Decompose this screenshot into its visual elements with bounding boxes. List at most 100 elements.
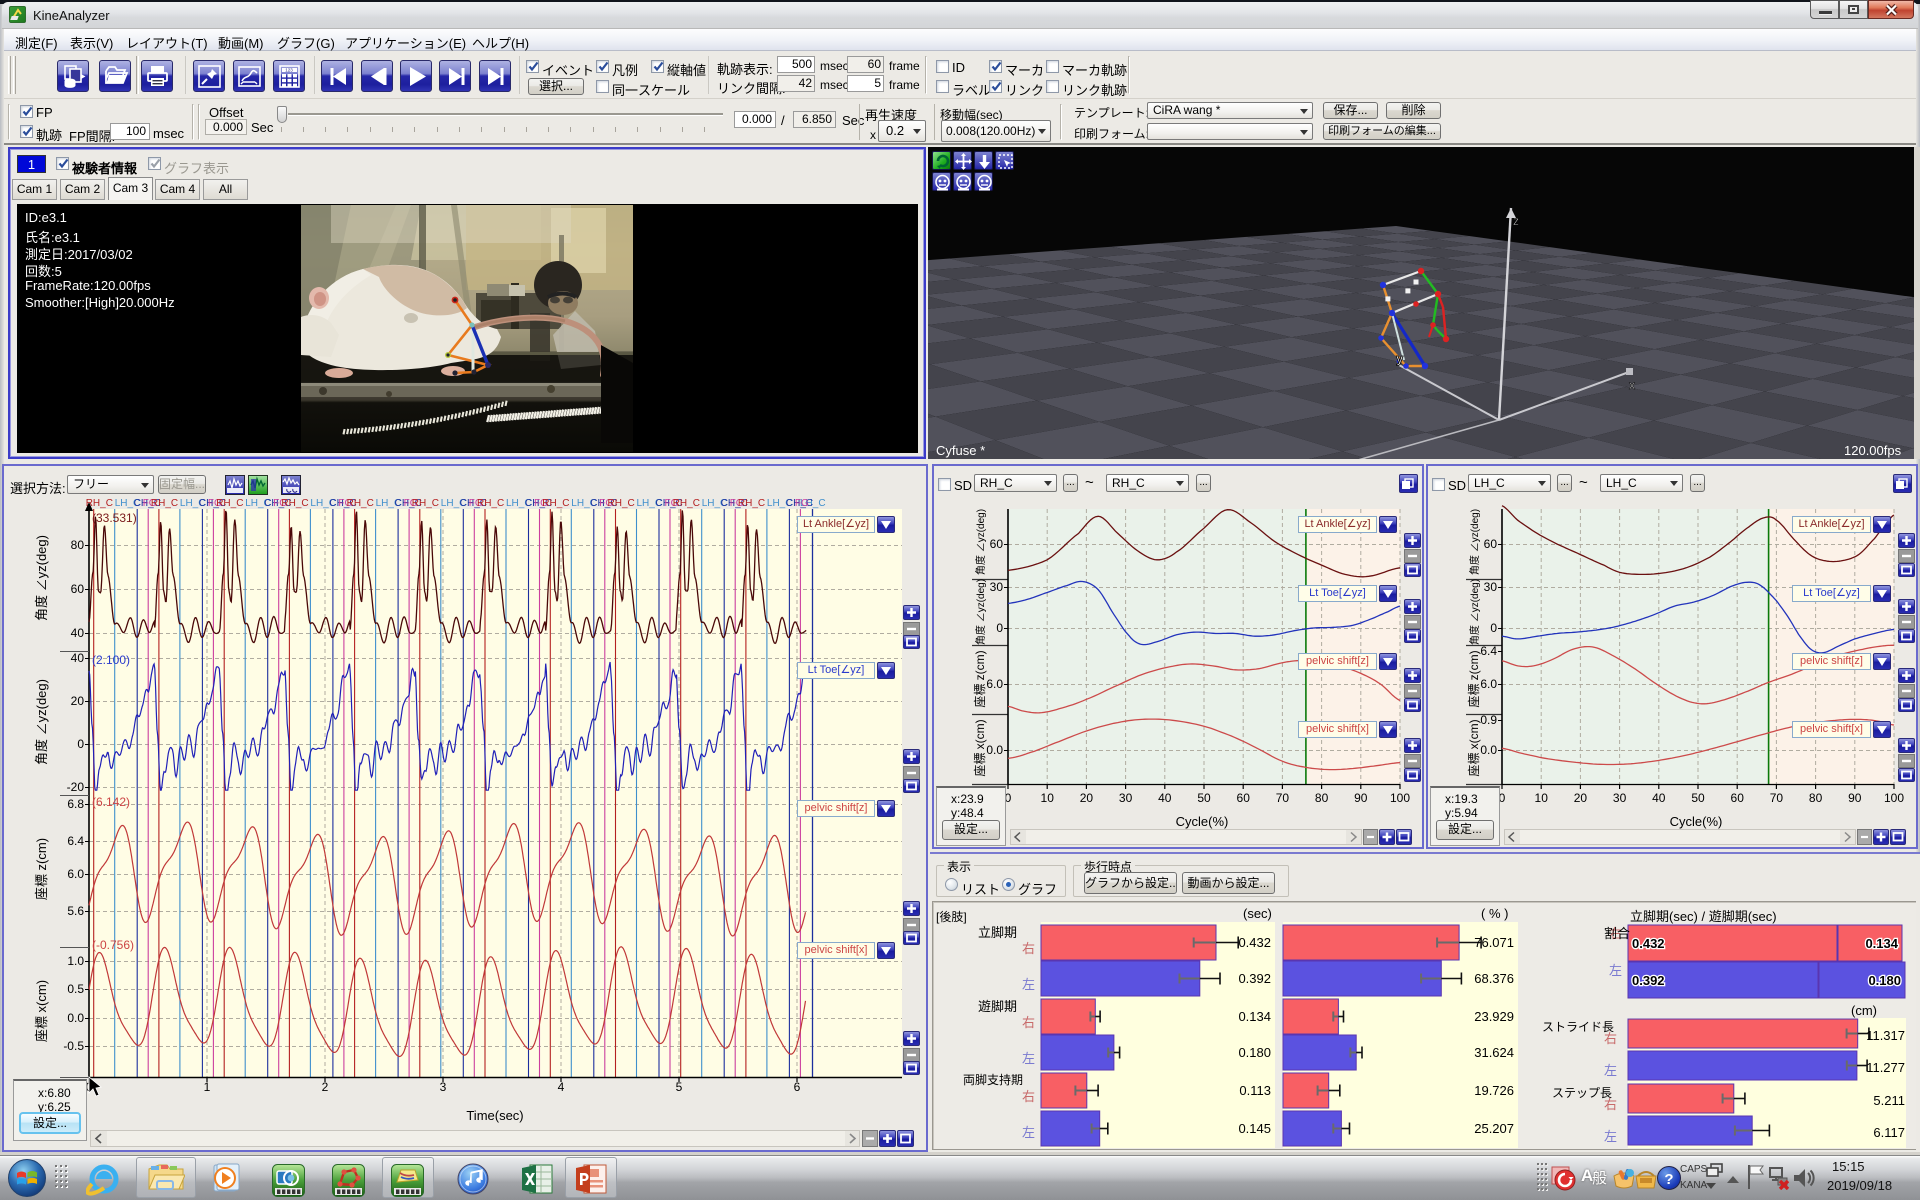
- svg-text:25.207: 25.207: [1474, 1121, 1514, 1136]
- svg-text:80: 80: [71, 538, 85, 552]
- svg-text:40: 40: [1158, 791, 1172, 805]
- svg-text:0.432: 0.432: [1632, 936, 1665, 951]
- svg-text:RH_C: RH_C: [477, 498, 504, 509]
- svg-text:座標 x(cm): 座標 x(cm): [1466, 719, 1481, 776]
- svg-text:50: 50: [1197, 791, 1211, 805]
- svg-text:RH_C: RH_C: [86, 498, 113, 509]
- svg-text:角度 ∠yz(deg): 角度 ∠yz(deg): [34, 535, 49, 621]
- svg-text:60: 60: [71, 582, 85, 596]
- svg-text:6.0: 6.0: [67, 867, 84, 881]
- svg-text:100: 100: [1884, 791, 1904, 805]
- svg-text:40: 40: [71, 626, 85, 640]
- svg-text:30: 30: [1119, 791, 1133, 805]
- svg-text:?: ?: [1664, 1171, 1673, 1188]
- svg-text:30: 30: [990, 580, 1004, 594]
- svg-text:座標 x(cm): 座標 x(cm): [34, 980, 49, 1042]
- svg-text:1.0: 1.0: [67, 954, 84, 968]
- svg-text:RH_C: RH_C: [542, 498, 569, 509]
- svg-text:0.0: 0.0: [986, 743, 1003, 757]
- svg-text:10: 10: [1041, 791, 1055, 805]
- svg-text:RH_C: RH_C: [738, 498, 765, 509]
- svg-text:(2.100): (2.100): [92, 653, 130, 667]
- svg-text:76.071: 76.071: [1474, 935, 1514, 950]
- svg-text:(cm): (cm): [1851, 1003, 1877, 1018]
- svg-text:RH_C: RH_C: [151, 498, 178, 509]
- svg-text:Cycle(%): Cycle(%): [1670, 814, 1723, 829]
- svg-text:50: 50: [1691, 791, 1705, 805]
- svg-text:RH_C: RH_C: [412, 498, 439, 509]
- svg-text:120.00fps: 120.00fps: [1844, 443, 1902, 458]
- svg-text:6.0: 6.0: [986, 677, 1003, 691]
- svg-text:Time(sec): Time(sec): [466, 1108, 523, 1123]
- svg-text:-0.5: -0.5: [63, 1039, 84, 1053]
- svg-text:100: 100: [1390, 791, 1410, 805]
- svg-text:(6.142): (6.142): [92, 795, 130, 809]
- svg-text:20: 20: [1080, 791, 1094, 805]
- svg-text:Cyfuse *: Cyfuse *: [936, 443, 985, 458]
- svg-text:RH_C: RH_C: [673, 498, 700, 509]
- svg-text:60: 60: [990, 537, 1004, 551]
- svg-text:角度 ∠yz(deg): 角度 ∠yz(deg): [1468, 509, 1481, 575]
- svg-text:70: 70: [1276, 791, 1290, 805]
- svg-text:40: 40: [1652, 791, 1666, 805]
- svg-text:6.0: 6.0: [1480, 677, 1497, 691]
- svg-text:60: 60: [1731, 791, 1745, 805]
- svg-text:68.376: 68.376: [1474, 971, 1514, 986]
- svg-text:80: 80: [1809, 791, 1823, 805]
- svg-text:RH_C: RH_C: [216, 498, 243, 509]
- svg-text:4: 4: [558, 1080, 565, 1094]
- svg-text:角度 ∠yz(deg): 角度 ∠yz(deg): [974, 509, 987, 575]
- svg-text:70: 70: [1770, 791, 1784, 805]
- svg-text:80: 80: [1315, 791, 1329, 805]
- svg-text:0.0: 0.0: [67, 1011, 84, 1025]
- svg-text:y: y: [1396, 351, 1404, 366]
- svg-text:角度 ∠yz(deg): 角度 ∠yz(deg): [1468, 579, 1481, 645]
- svg-text:0.9: 0.9: [1480, 713, 1497, 727]
- svg-text:123: 123: [285, 68, 293, 73]
- svg-text:(33.531): (33.531): [92, 511, 137, 525]
- svg-text:5.211: 5.211: [1873, 1093, 1905, 1108]
- svg-text:2: 2: [322, 1080, 329, 1094]
- svg-text:x: x: [1629, 378, 1635, 392]
- svg-text:0.180: 0.180: [1868, 973, 1901, 988]
- svg-text:5.6: 5.6: [67, 904, 84, 918]
- svg-text:z: z: [1513, 214, 1519, 228]
- svg-text:11.277: 11.277: [1866, 1060, 1905, 1075]
- svg-text:23.929: 23.929: [1474, 1009, 1514, 1024]
- svg-text:0.113: 0.113: [1239, 1083, 1271, 1098]
- svg-text:Cycle(%): Cycle(%): [1176, 814, 1229, 829]
- svg-text:20: 20: [1574, 791, 1588, 805]
- svg-text:0.145: 0.145: [1238, 1121, 1271, 1136]
- svg-text:RH_C: RH_C: [608, 498, 635, 509]
- svg-text:19.726: 19.726: [1474, 1083, 1514, 1098]
- svg-text:座標 x(cm): 座標 x(cm): [972, 719, 987, 776]
- svg-text:角度 ∠yz(deg): 角度 ∠yz(deg): [974, 579, 987, 645]
- svg-text:0: 0: [996, 621, 1003, 635]
- svg-text:40: 40: [71, 651, 85, 665]
- svg-text:11.317: 11.317: [1866, 1028, 1905, 1043]
- svg-text:0.180: 0.180: [1238, 1045, 1271, 1060]
- svg-text:3: 3: [440, 1080, 447, 1094]
- svg-text:6.117: 6.117: [1873, 1125, 1905, 1140]
- svg-text:0.134: 0.134: [1238, 1009, 1271, 1024]
- svg-text:20: 20: [71, 694, 85, 708]
- svg-text:6.4: 6.4: [67, 834, 84, 848]
- svg-text:(-0.756): (-0.756): [92, 938, 134, 952]
- svg-text:RH_C: RH_C: [281, 498, 308, 509]
- svg-text:30: 30: [1613, 791, 1627, 805]
- svg-text:0.134: 0.134: [1865, 936, 1898, 951]
- svg-text:31.624: 31.624: [1474, 1045, 1514, 1060]
- svg-text:0.432: 0.432: [1238, 935, 1271, 950]
- svg-text:0: 0: [77, 737, 84, 751]
- svg-text:60: 60: [1237, 791, 1251, 805]
- svg-text:6.4: 6.4: [1480, 644, 1497, 658]
- svg-text:RH_C: RH_C: [347, 498, 374, 509]
- svg-text:座標 z(cm): 座標 z(cm): [972, 650, 987, 707]
- svg-text:0.0: 0.0: [1480, 743, 1497, 757]
- svg-text:0.392: 0.392: [1632, 973, 1665, 988]
- svg-text:0: 0: [1490, 621, 1497, 635]
- svg-text:角度 ∠yz(deg): 角度 ∠yz(deg): [34, 679, 49, 765]
- svg-text:6.8: 6.8: [67, 797, 84, 811]
- svg-text:10: 10: [1535, 791, 1549, 805]
- svg-text:-20: -20: [67, 780, 85, 794]
